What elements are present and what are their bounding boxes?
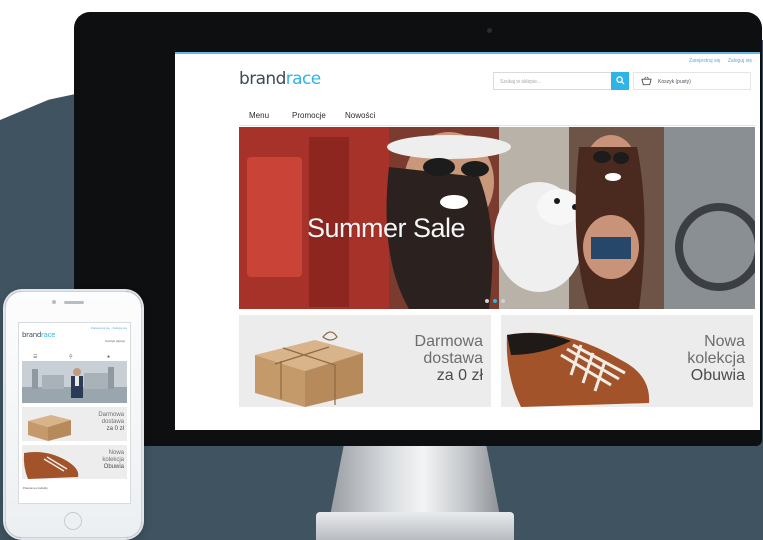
promo-line: kolekcja xyxy=(687,350,745,367)
home-button[interactable] xyxy=(64,512,82,530)
mobile-hero-photo xyxy=(22,361,127,403)
mobile-brand-logo[interactable]: brandrace xyxy=(22,331,55,339)
promo-line: za 0 zł xyxy=(106,426,124,432)
mobile-promo-new-shoes[interactable]: Nowa kolekcja Obuwia xyxy=(22,445,127,479)
mobile-cart-button[interactable]: Koszyk (pusty) xyxy=(105,339,125,343)
logo-part-2: race xyxy=(285,69,321,89)
top-accent-bar xyxy=(175,52,760,54)
slider-dot[interactable] xyxy=(485,299,489,303)
mobile-promo-free-shipping[interactable]: Darmowa dostawa za 0 zł xyxy=(22,407,127,441)
desktop-website: Zarejestruj się Zaloguj się brandrace Sz… xyxy=(175,52,760,430)
promo-line: za 0 zł xyxy=(436,367,483,384)
webcam-icon xyxy=(487,28,492,33)
search-icon xyxy=(615,76,625,85)
slider-dot[interactable] xyxy=(501,299,505,303)
imac-monitor: Zarejestruj się Zaloguj się brandrace Sz… xyxy=(74,12,762,446)
search-icon[interactable]: ⚲ xyxy=(69,354,73,360)
promo-line: Darmowa xyxy=(414,333,483,350)
mobile-account-links[interactable]: Zarejestruj się · Zaloguj się xyxy=(91,326,127,330)
promo-free-shipping[interactable]: Darmowa dostawa za 0 zł xyxy=(239,315,491,407)
hero-banner[interactable]: Summer Sale xyxy=(239,127,755,309)
shoe-image xyxy=(23,452,79,479)
logo-part-2: race xyxy=(41,331,56,339)
logo-part-1: brand xyxy=(22,331,41,339)
main-nav: Menu Promocje Nowości xyxy=(239,109,755,126)
promo-line: Obuwia xyxy=(690,367,745,384)
register-link[interactable]: Zarejestruj się xyxy=(689,58,720,64)
shoe-image xyxy=(506,332,650,407)
nav-item-nowosci[interactable]: Nowości xyxy=(345,111,375,120)
mobile-website: Zarejestruj się · Zaloguj się brandrace … xyxy=(18,322,131,504)
promo-new-shoes[interactable]: Nowa kolekcja Obuwia xyxy=(501,315,753,407)
promo-line: Darmowa xyxy=(98,412,124,418)
promo-new-shoes-text: Nowa kolekcja Obuwia xyxy=(687,333,745,384)
phone-speaker xyxy=(64,301,84,304)
promo-line: dostawa xyxy=(423,350,483,367)
promo-line: Nowa xyxy=(108,450,124,456)
imac-stand-base xyxy=(316,512,514,540)
user-icon[interactable]: ● xyxy=(107,354,110,360)
mobile-promo-text: Darmowa dostawa za 0 zł xyxy=(98,412,124,433)
nav-item-promocje[interactable]: Promocje xyxy=(292,111,326,120)
promo-free-shipping-text: Darmowa dostawa za 0 zł xyxy=(415,333,483,384)
smartphone: Zarejestruj się · Zaloguj się brandrace … xyxy=(5,291,142,538)
parcel-image xyxy=(255,331,363,407)
mobile-promo-text: Nowa kolekcja Obuwia xyxy=(102,450,124,471)
brand-logo[interactable]: brandrace xyxy=(239,69,321,89)
imac-stand xyxy=(330,446,500,516)
featured-products-label: Polecane produkty xyxy=(23,486,48,490)
parcel-image xyxy=(28,415,71,441)
nav-item-menu[interactable]: Menu xyxy=(249,111,269,120)
hero-title: Summer Sale xyxy=(307,213,466,243)
slider-dot-active[interactable] xyxy=(493,299,497,303)
search-button[interactable] xyxy=(611,72,629,90)
account-links: Zarejestruj się Zaloguj się xyxy=(683,58,752,64)
login-link[interactable]: Zaloguj się xyxy=(728,58,752,64)
basket-icon xyxy=(641,76,652,86)
promo-line: kolekcja xyxy=(102,457,124,463)
search-input[interactable]: Szukaj w sklepie... xyxy=(493,72,613,90)
promo-line: Nowa xyxy=(704,333,745,350)
phone-camera-icon xyxy=(52,300,56,304)
logo-part-1: brand xyxy=(239,69,286,89)
cart-label: Koszyk (pusty) xyxy=(658,79,691,85)
promo-line: Obuwia xyxy=(103,464,124,470)
menu-icon[interactable]: ☰ xyxy=(33,354,37,360)
cart-button[interactable]: Koszyk (pusty) xyxy=(633,72,751,90)
mobile-hero-banner[interactable] xyxy=(22,361,127,403)
promo-line: dostawa xyxy=(101,419,124,425)
